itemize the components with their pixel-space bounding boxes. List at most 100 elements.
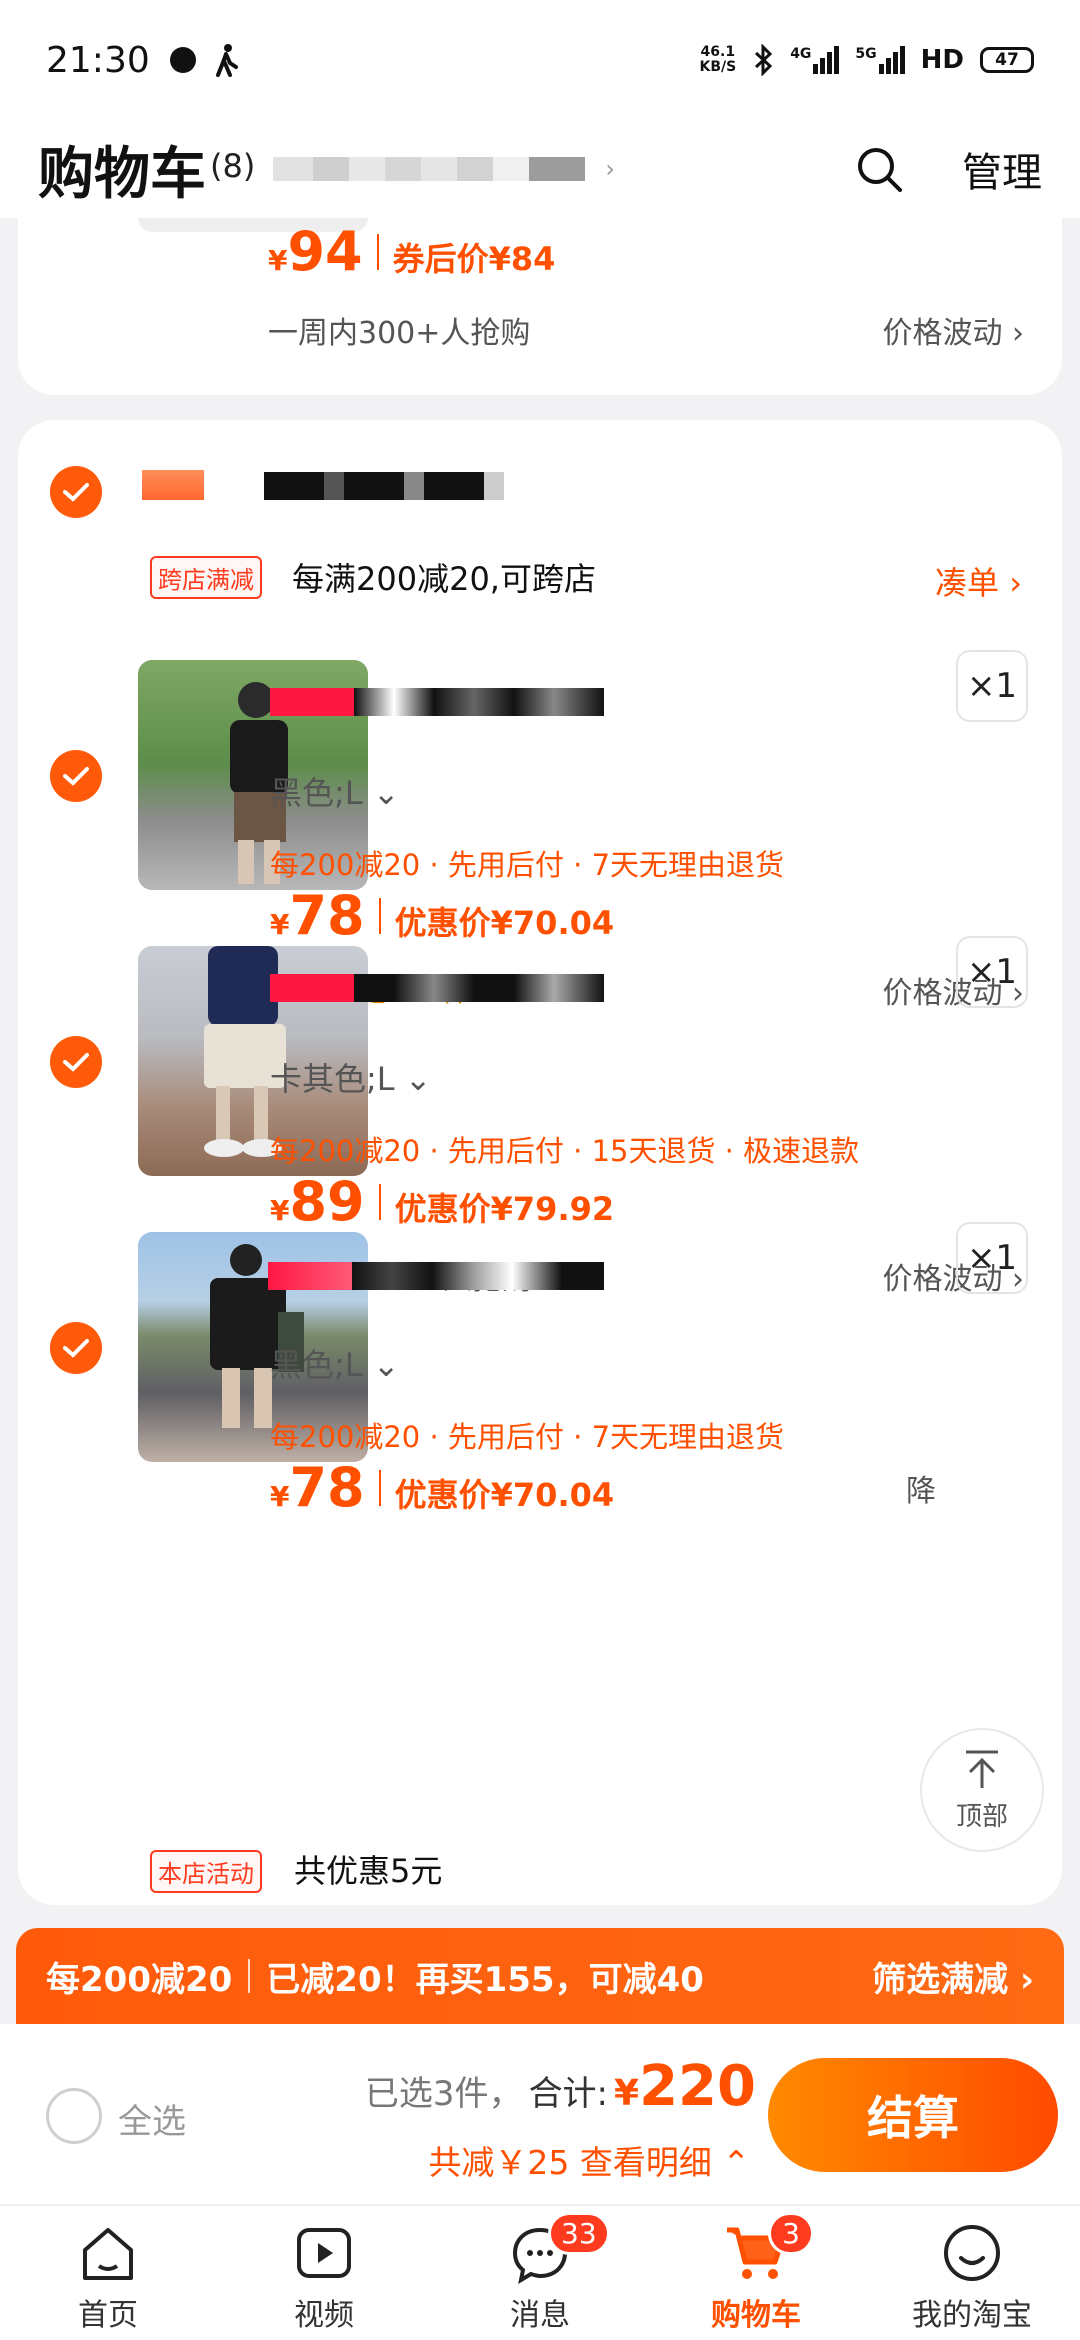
product-title-redacted[interactable] — [270, 974, 604, 1002]
net-speed: 46.1 KB/S — [699, 45, 736, 75]
tab-messages[interactable]: 33 消息 — [432, 2206, 648, 2340]
discount-detail-link[interactable]: 共减￥25 查看明细 ⌃ — [428, 2136, 750, 2184]
filter-discount-label: 筛选满减 — [872, 1959, 1009, 2000]
shop-checkbox[interactable] — [50, 466, 102, 518]
address-redacted[interactable] — [273, 157, 586, 181]
check-icon — [63, 767, 89, 786]
cart-item-card-top: ¥ 94 券后价¥84 一周内300+人抢购 价格波动 › — [18, 190, 1062, 395]
back-to-top-label: 顶部 — [955, 1801, 1008, 1832]
store-activity-tag: 本店活动 — [150, 1850, 262, 1893]
clock: 21:30 — [46, 39, 150, 81]
sku-label: 卡其色;L — [270, 1060, 395, 1098]
signal-5g-label: 5G — [855, 46, 877, 62]
add-on-order-label: 凑单 — [935, 564, 1000, 602]
item-checkbox[interactable] — [50, 1322, 102, 1374]
shop-name-redacted[interactable] — [264, 472, 504, 500]
discount-detail-label: 共减￥25 查看明细 — [428, 2143, 712, 2182]
tab-home[interactable]: 首页 — [0, 2206, 216, 2340]
cart-count: (8) — [210, 147, 256, 185]
cart-badge: 3 — [768, 2212, 814, 2255]
sku-label: 黑色;L — [270, 1346, 363, 1384]
check-icon — [63, 1339, 89, 1358]
home-icon — [83, 2228, 133, 2280]
total-line: 已选3件， 合计: ¥ 220 — [365, 2054, 756, 2119]
service-tags: 每200减20 · 先用后付 · 7天无理由退货 — [270, 1420, 785, 1454]
tab-video[interactable]: 视频 — [216, 2206, 432, 2340]
price-currency: ¥ — [270, 908, 290, 941]
price-row: ¥ 94 券后价¥84 — [268, 220, 555, 283]
sku-selector[interactable]: 黑色;L ⌄ — [270, 768, 400, 814]
price-row: ¥ 78 优惠价¥70.04 — [270, 884, 614, 947]
battery-icon: 47 — [980, 47, 1034, 73]
discount-price: 优惠价¥70.04 — [394, 904, 615, 942]
price-divider — [378, 897, 381, 934]
tab-label: 购物车 — [711, 2298, 801, 2333]
check-icon — [63, 483, 89, 502]
sku-selector[interactable]: 卡其色;L ⌄ — [270, 1054, 432, 1100]
search-icon[interactable] — [854, 144, 904, 194]
tab-cart[interactable]: 3 购物车 — [648, 2206, 864, 2340]
checkout-bar: 全选 已选3件， 合计: ¥ 220 共减￥25 查看明细 ⌃ 结算 — [0, 2024, 1080, 2204]
back-to-top-button[interactable]: 顶部 — [920, 1728, 1044, 1852]
video-icon — [297, 2228, 351, 2278]
promo-divider — [248, 1959, 251, 1993]
store-discount-text: 共优惠5元 — [294, 1852, 443, 1890]
product-title-redacted[interactable] — [268, 1262, 604, 1290]
add-on-order-link[interactable]: 凑单 › — [935, 558, 1022, 604]
chevron-right-icon[interactable]: › — [605, 155, 615, 183]
shop-card: 跨店满减 每满200减20,可跨店 凑单 › ×1 黑色;L ⌄ 每200减20… — [18, 420, 1062, 1905]
service-tags: 每200减20 · 先用后付 · 15天退货 · 极速退款 — [270, 1134, 860, 1168]
select-all-label[interactable]: 全选 — [118, 2094, 186, 2143]
profile-icon — [944, 2225, 1000, 2281]
price: 94 — [287, 220, 363, 283]
sku-selector[interactable]: 黑色;L ⌄ — [270, 1340, 400, 1386]
quantity-stepper[interactable]: ×1 — [956, 1222, 1028, 1294]
promo-bar: 每200减20 已减20！再买155，可减40 筛选满减 › — [16, 1928, 1064, 2024]
signal-5g-icon: 5G — [855, 46, 905, 74]
price: 89 — [289, 1170, 365, 1233]
notification-icons — [168, 43, 242, 77]
price-divider — [378, 1183, 381, 1220]
chat-bubble-icon — [169, 47, 196, 73]
price-fluctuation-link[interactable]: 价格波动 › — [882, 308, 1024, 352]
tab-label: 首页 — [78, 2298, 138, 2333]
selected-count: 已选3件， — [364, 2074, 523, 2114]
price-fluctuation-label: 价格波动 — [882, 316, 1003, 351]
price-divider — [378, 1469, 381, 1506]
product-title-redacted[interactable] — [270, 688, 604, 716]
price-drop-text: 降 — [906, 1474, 936, 1509]
status-bar: 21:30 46.1 KB/S 4G 5G HD 47 — [0, 0, 1080, 120]
coupon-price: 券后价¥84 — [392, 240, 556, 278]
shop-logo[interactable] — [142, 470, 204, 500]
page-title: 购物车 — [38, 141, 206, 207]
hd-indicator: HD — [920, 45, 964, 75]
checkout-button[interactable]: 结算 — [768, 2058, 1058, 2172]
promo-status: 已减20！再买155，可减40 — [266, 1959, 704, 2000]
bluetooth-icon — [755, 44, 773, 76]
quantity-stepper[interactable]: ×1 — [956, 936, 1028, 1008]
service-tags: 每200减20 · 先用后付 · 7天无理由退货 — [270, 848, 785, 882]
check-icon — [63, 1053, 89, 1072]
net-speed-value: 46.1 — [700, 44, 736, 60]
price-divider — [376, 233, 379, 270]
item-checkbox[interactable] — [50, 1036, 102, 1088]
tab-label: 我的淘宝 — [912, 2298, 1032, 2333]
tab-profile[interactable]: 我的淘宝 — [864, 2206, 1080, 2340]
price-currency: ¥ — [270, 1194, 290, 1227]
discount-price: 优惠价¥79.92 — [394, 1190, 615, 1228]
net-speed-unit: KB/S — [699, 59, 737, 75]
signal-4g-icon: 4G — [790, 46, 840, 74]
price: 78 — [289, 884, 365, 947]
filter-discount-link[interactable]: 筛选满减 › — [872, 1952, 1034, 2001]
messages-badge: 33 — [548, 2212, 610, 2255]
signal-4g-label: 4G — [790, 46, 812, 62]
quantity-stepper[interactable]: ×1 — [956, 650, 1028, 722]
price-row: ¥ 89 优惠价¥79.92 — [270, 1170, 614, 1233]
select-all-radio[interactable] — [46, 2088, 102, 2144]
battery-level: 47 — [995, 50, 1019, 70]
manage-button[interactable]: 管理 — [962, 140, 1042, 198]
total-currency: ¥ — [614, 2073, 640, 2114]
item-checkbox[interactable] — [50, 750, 102, 802]
tab-label: 消息 — [510, 2298, 570, 2333]
walking-icon — [215, 44, 238, 77]
